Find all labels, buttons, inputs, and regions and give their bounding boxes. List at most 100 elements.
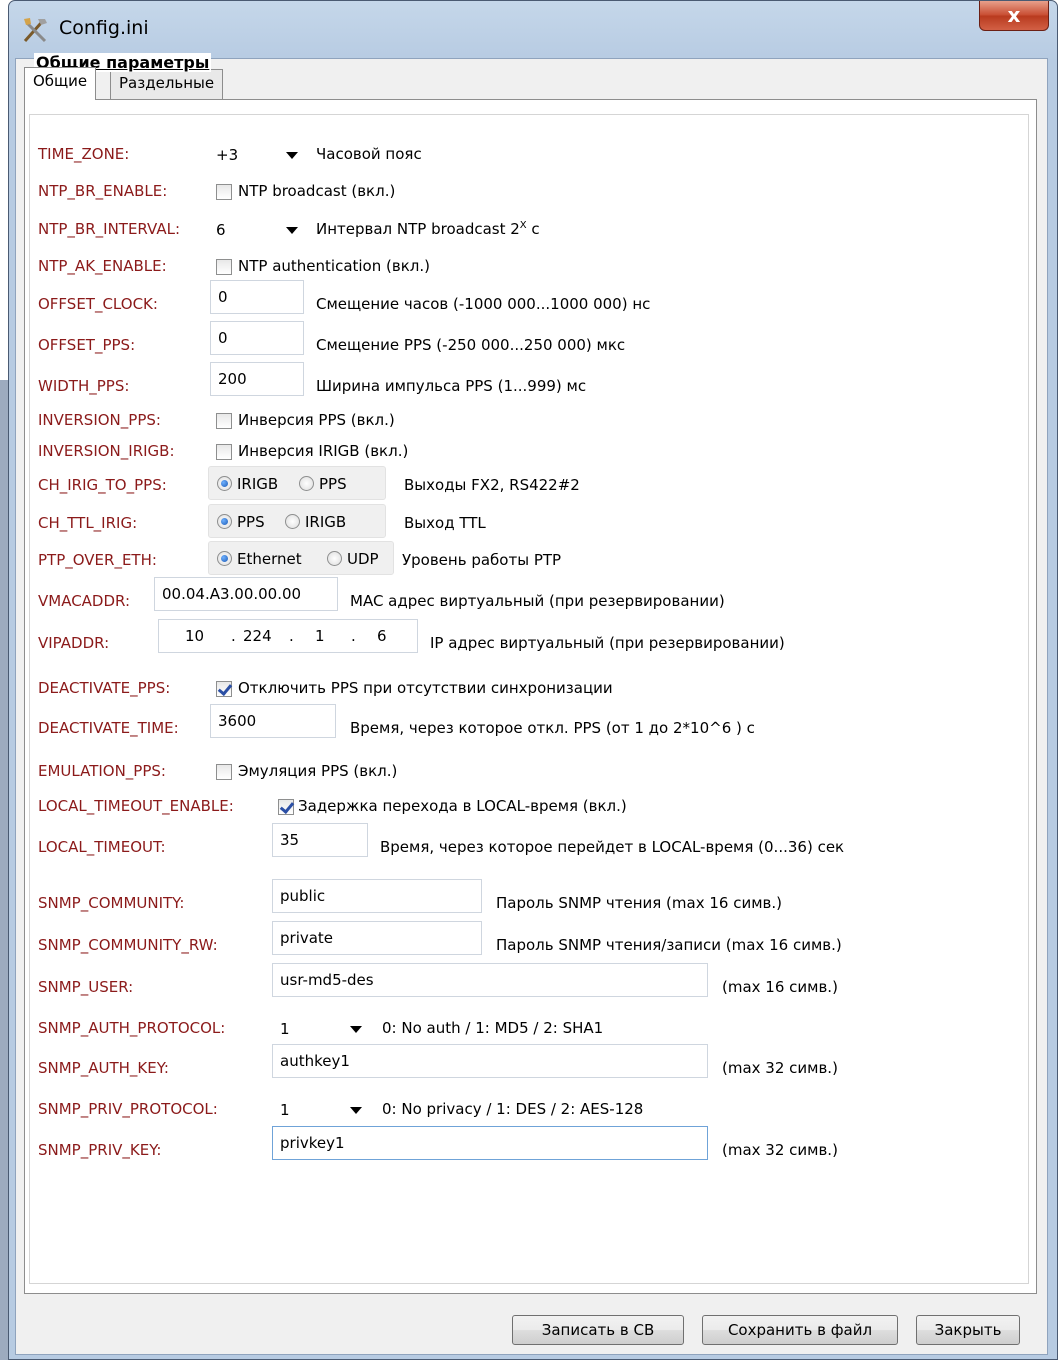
snmp-user-input[interactable]: usr-md5-des [272,963,708,997]
offset-clock-label: OFFSET_CLOCK: [38,295,158,313]
background-window-edge [0,380,8,1360]
vipaddr-octet-1: 10 [185,627,205,645]
ch-irig-to-pps-pps-label: PPS [319,475,347,493]
deactivate-time-input[interactable]: 3600 [210,704,336,738]
local-timeout-enable-checkbox[interactable] [278,799,294,815]
snmp-community-rw-input[interactable]: private [272,921,482,955]
ptp-over-eth-udp-label: UDP [347,550,379,568]
ch-irig-to-pps-label: CH_IRIG_TO_PPS: [38,476,167,494]
inversion-irigb-checkbox[interactable] [216,444,232,460]
time-zone-desc: Часовой пояс [316,145,422,163]
emulation-pps-checkbox[interactable] [216,764,232,780]
snmp-priv-key-desc: (max 32 симв.) [722,1141,838,1159]
title-bar[interactable]: Config.ini x [9,1,1057,57]
emulation-pps-desc: Эмуляция PPS (вкл.) [238,762,398,780]
ptp-over-eth-label: PTP_OVER_ETH: [38,551,157,569]
offset-pps-desc: Смещение PPS (-250 000...250 000) мкс [316,336,626,354]
ntp-ak-enable-label: NTP_AK_ENABLE: [38,257,167,275]
snmp-user-desc: (max 16 симв.) [722,978,838,996]
ch-ttl-irig-desc: Выход TTL [404,514,486,532]
offset-pps-input[interactable]: 0 [210,321,304,355]
ch-ttl-irig-pps-label: PPS [237,513,265,531]
inversion-pps-label: INVERSION_PPS: [38,411,161,429]
offset-clock-input[interactable]: 0 [210,280,304,314]
tab-general[interactable]: Общие [24,67,97,100]
chevron-down-icon [350,1026,362,1033]
save-to-file-button[interactable]: Сохранить в файл [702,1315,898,1345]
vipaddr-octet-3: 1 [315,627,325,645]
vipaddr-input[interactable]: 10 . 224 . 1 . 6 [158,619,418,653]
ptp-over-eth-desc: Уровень работы PTP [402,551,562,569]
vmacaddr-label: VMACADDR: [38,592,131,610]
snmp-priv-protocol-value: 1 [280,1101,290,1119]
tools-icon [23,18,47,43]
local-timeout-desc: Время, через которое перейдет в LOCAL-вр… [380,838,845,856]
local-timeout-label: LOCAL_TIMEOUT: [38,838,166,856]
ntp-br-enable-desc: NTP broadcast (вкл.) [238,182,396,200]
ntp-ak-enable-checkbox[interactable] [216,259,232,275]
offset-clock-desc: Смещение часов (-1000 000...1000 000) нс [316,295,651,313]
ch-ttl-irig-radio-group: PPS IRIGB [208,504,386,538]
chevron-down-icon [286,227,298,234]
chevron-down-icon [286,152,298,159]
time-zone-value: +3 [216,146,239,164]
snmp-auth-key-label: SNMP_AUTH_KEY: [38,1059,169,1077]
ch-ttl-irig-irigb-radio[interactable] [285,514,300,529]
write-to-device-button[interactable]: Записать в СВ [512,1315,684,1345]
close-button[interactable]: Закрыть [916,1315,1020,1345]
ptp-over-eth-udp-radio[interactable] [327,551,342,566]
ntp-br-interval-desc-suffix: с [526,220,540,238]
chevron-down-icon [350,1107,362,1114]
width-pps-input[interactable]: 200 [210,362,304,396]
ntp-br-interval-select[interactable]: 6 [210,215,306,245]
vipaddr-label: VIPADDR: [38,634,110,652]
inversion-irigb-label: INVERSION_IRIGB: [38,442,175,460]
ch-ttl-irig-label: CH_TTL_IRIG: [38,514,138,532]
local-timeout-enable-label: LOCAL_TIMEOUT_ENABLE: [38,797,234,815]
snmp-auth-key-input[interactable]: authkey1 [272,1044,708,1078]
ntp-br-enable-label: NTP_BR_ENABLE: [38,182,168,200]
snmp-priv-key-input[interactable]: privkey1 [272,1126,708,1160]
tab-separate[interactable]: Раздельные [110,69,224,99]
snmp-priv-protocol-select[interactable]: 1 [274,1095,370,1125]
inversion-irigb-desc: Инверсия IRIGB (вкл.) [238,442,409,460]
ntp-br-interval-desc-text: Интервал NTP broadcast 2 [316,220,520,238]
snmp-community-rw-desc: Пароль SNMP чтения/записи (max 16 симв.) [496,936,842,954]
snmp-user-label: SNMP_USER: [38,978,134,996]
ptp-over-eth-radio-group: Ethernet UDP [208,541,394,575]
ch-irig-to-pps-irigb-label: IRIGB [237,475,279,493]
ntp-ak-enable-desc: NTP authentication (вкл.) [238,257,430,275]
local-timeout-enable-desc: Задержка перехода в LOCAL-время (вкл.) [298,797,627,815]
deactivate-pps-label: DEACTIVATE_PPS: [38,679,171,697]
ntp-br-interval-value: 6 [216,221,226,239]
vmacaddr-input[interactable]: 00.04.A3.00.00.00 [154,577,338,611]
snmp-community-desc: Пароль SNMP чтения (max 16 симв.) [496,894,782,912]
time-zone-select[interactable]: +3 [210,140,306,170]
ptp-over-eth-ethernet-radio[interactable] [217,551,232,566]
deactivate-pps-desc: Отключить PPS при отсутствии синхронизац… [238,679,613,697]
snmp-community-input[interactable]: public [272,879,482,913]
ntp-br-interval-label: NTP_BR_INTERVAL: [38,220,181,238]
ch-irig-to-pps-pps-radio[interactable] [299,476,314,491]
vipaddr-octet-4: 6 [377,627,387,645]
ch-irig-to-pps-irigb-radio[interactable] [217,476,232,491]
local-timeout-input[interactable]: 35 [272,823,368,857]
snmp-auth-key-desc: (max 32 симв.) [722,1059,838,1077]
ntp-br-enable-checkbox[interactable] [216,184,232,200]
close-window-button[interactable]: x [979,1,1049,31]
emulation-pps-label: EMULATION_PPS: [38,762,166,780]
ch-ttl-irig-pps-radio[interactable] [217,514,232,529]
snmp-priv-key-label: SNMP_PRIV_KEY: [38,1141,162,1159]
snmp-auth-protocol-select[interactable]: 1 [274,1014,370,1044]
snmp-community-rw-label: SNMP_COMMUNITY_RW: [38,936,218,954]
time-zone-label: TIME_ZONE: [38,145,130,163]
snmp-auth-protocol-desc: 0: No auth / 1: MD5 / 2: SHA1 [382,1019,604,1037]
ntp-br-interval-desc: Интервал NTP broadcast 2X с [316,220,540,238]
ch-irig-to-pps-desc: Выходы FX2, RS422#2 [404,476,580,494]
deactivate-pps-checkbox[interactable] [216,681,232,697]
inversion-pps-checkbox[interactable] [216,413,232,429]
window-title: Config.ini [59,17,149,39]
inversion-pps-desc: Инверсия PPS (вкл.) [238,411,395,429]
tab-separate-label: Раздельные [119,74,215,92]
ntp-br-interval-desc-sup: X [519,220,527,231]
